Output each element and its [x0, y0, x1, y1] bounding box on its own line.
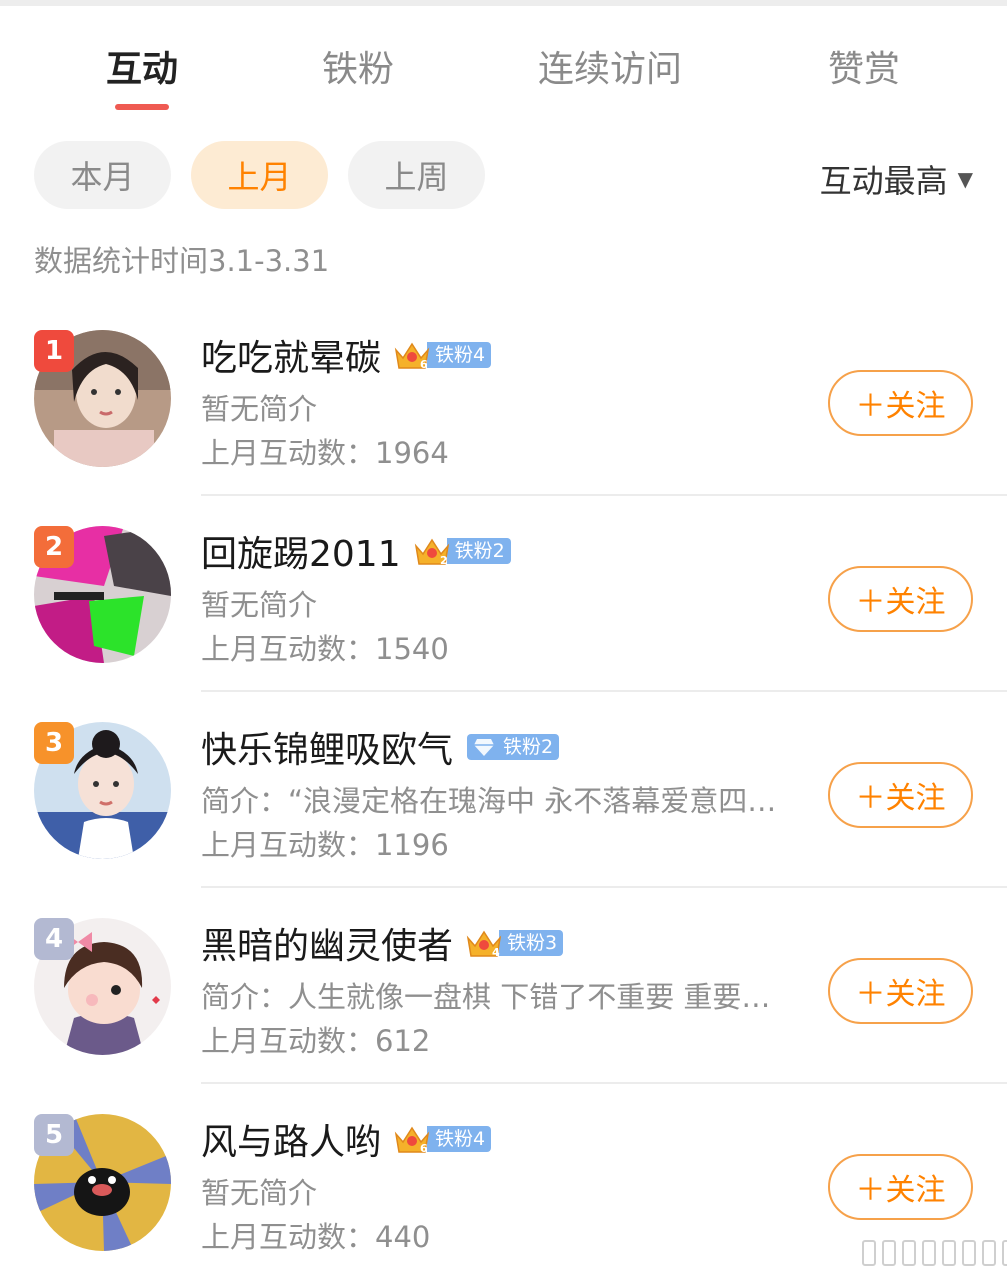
badge-label: 铁粉3 [499, 930, 564, 956]
user-name[interactable]: 风与路人哟 [201, 1113, 381, 1165]
top-divider [0, 0, 1007, 6]
follow-button[interactable]: ＋关注 [828, 762, 973, 828]
list-item[interactable]: 3 快乐锦鲤吸欧气 铁粉2 简介：“浪漫定格在瑰海中 永不落幕爱意四… 上月互动… [0, 692, 1007, 888]
user-bio: 暂无简介 [201, 392, 318, 426]
caret-down-icon: ▼ [957, 167, 973, 191]
user-name[interactable]: 黑暗的幽灵使者 [201, 917, 453, 969]
follow-button[interactable]: ＋关注 [828, 958, 973, 1024]
badge-label: 铁粉4 [427, 342, 492, 368]
filter-this-month[interactable]: 本月 [34, 141, 171, 209]
user-name[interactable]: 回旋踢2011 [201, 525, 401, 577]
badge-label: 铁粉2 [446, 538, 511, 564]
list-item[interactable]: 1 吃吃就晕碳 6 铁粉4 暂无简介 上月互动数：1964 ＋关注 [0, 300, 1007, 496]
iron-fan-badge: 铁粉2 [467, 733, 560, 761]
tab-consecutive-visits[interactable]: 连续访问 [538, 40, 682, 92]
rank-badge: 1 [34, 330, 74, 372]
crown-level: 4 [492, 946, 500, 959]
interaction-count: 上月互动数：1540 [201, 632, 449, 666]
crown-icon: 4 [466, 930, 502, 959]
rank-badge: 2 [34, 526, 74, 568]
user-name[interactable]: 吃吃就晕碳 [201, 329, 381, 381]
rank-badge: 5 [34, 1114, 74, 1156]
list-item[interactable]: 5 风与路人哟 6 铁粉4 暂无简介 上月互动数：440 ＋关注 [0, 1084, 1007, 1280]
iron-fan-badge: 2 铁粉2 [413, 537, 511, 567]
active-tab-indicator [115, 104, 169, 110]
tab-bar: 互动 铁粉 连续访问 赞赏 [0, 40, 1007, 120]
user-name[interactable]: 快乐锦鲤吸欧气 [201, 721, 453, 773]
list-item[interactable]: 4 黑暗的幽灵使者 4 铁粉3 简介：人生就像一盘棋 下错了不重要 重要… 上月… [0, 888, 1007, 1084]
filter-last-week[interactable]: 上周 [348, 141, 485, 209]
badge-label: 铁粉2 [495, 734, 560, 760]
filter-last-month[interactable]: 上月 [191, 141, 328, 209]
rank-badge: 4 [34, 918, 74, 960]
interaction-count: 上月互动数：1964 [201, 436, 449, 470]
follow-button[interactable]: ＋关注 [828, 566, 973, 632]
stat-period-text: 数据统计时间3.1-3.31 [34, 244, 330, 278]
tab-iron-fans[interactable]: 铁粉 [322, 40, 394, 92]
tab-interaction[interactable]: 互动 [106, 40, 178, 92]
watermark-bars [862, 1240, 1007, 1266]
interaction-count: 上月互动数：612 [201, 1024, 431, 1058]
sort-label: 互动最高 [819, 162, 948, 200]
user-bio: 简介：“浪漫定格在瑰海中 永不落幕爱意四… [201, 784, 777, 818]
iron-fan-badge: 6 铁粉4 [393, 341, 492, 371]
list-item[interactable]: 2 回旋踢2011 2 铁粉2 暂无简介 上月互动数：1540 ＋关注 [0, 496, 1007, 692]
crown-icon: 6 [394, 342, 430, 371]
user-bio: 暂无简介 [201, 1176, 318, 1210]
interaction-count: 上月互动数：440 [201, 1220, 431, 1254]
follow-button[interactable]: ＋关注 [828, 1154, 973, 1220]
crown-level: 6 [420, 1142, 428, 1155]
crown-icon: 2 [414, 538, 449, 567]
sort-dropdown[interactable]: 互动最高 ▼ [820, 156, 973, 202]
rank-badge: 3 [34, 722, 74, 764]
user-bio: 暂无简介 [201, 588, 318, 622]
crown-icon: 6 [394, 1126, 430, 1155]
crown-level: 6 [420, 358, 428, 371]
follow-button[interactable]: ＋关注 [828, 370, 973, 436]
tab-rewards[interactable]: 赞赏 [828, 40, 900, 92]
interaction-count: 上月互动数：1196 [201, 828, 449, 862]
badge-label: 铁粉4 [427, 1126, 492, 1152]
iron-fan-badge: 6 铁粉4 [393, 1125, 492, 1155]
diamond-icon [474, 739, 495, 756]
iron-fan-badge: 4 铁粉3 [465, 929, 564, 959]
user-bio: 简介：人生就像一盘棋 下错了不重要 重要… [201, 980, 771, 1014]
crown-level: 2 [440, 554, 448, 567]
